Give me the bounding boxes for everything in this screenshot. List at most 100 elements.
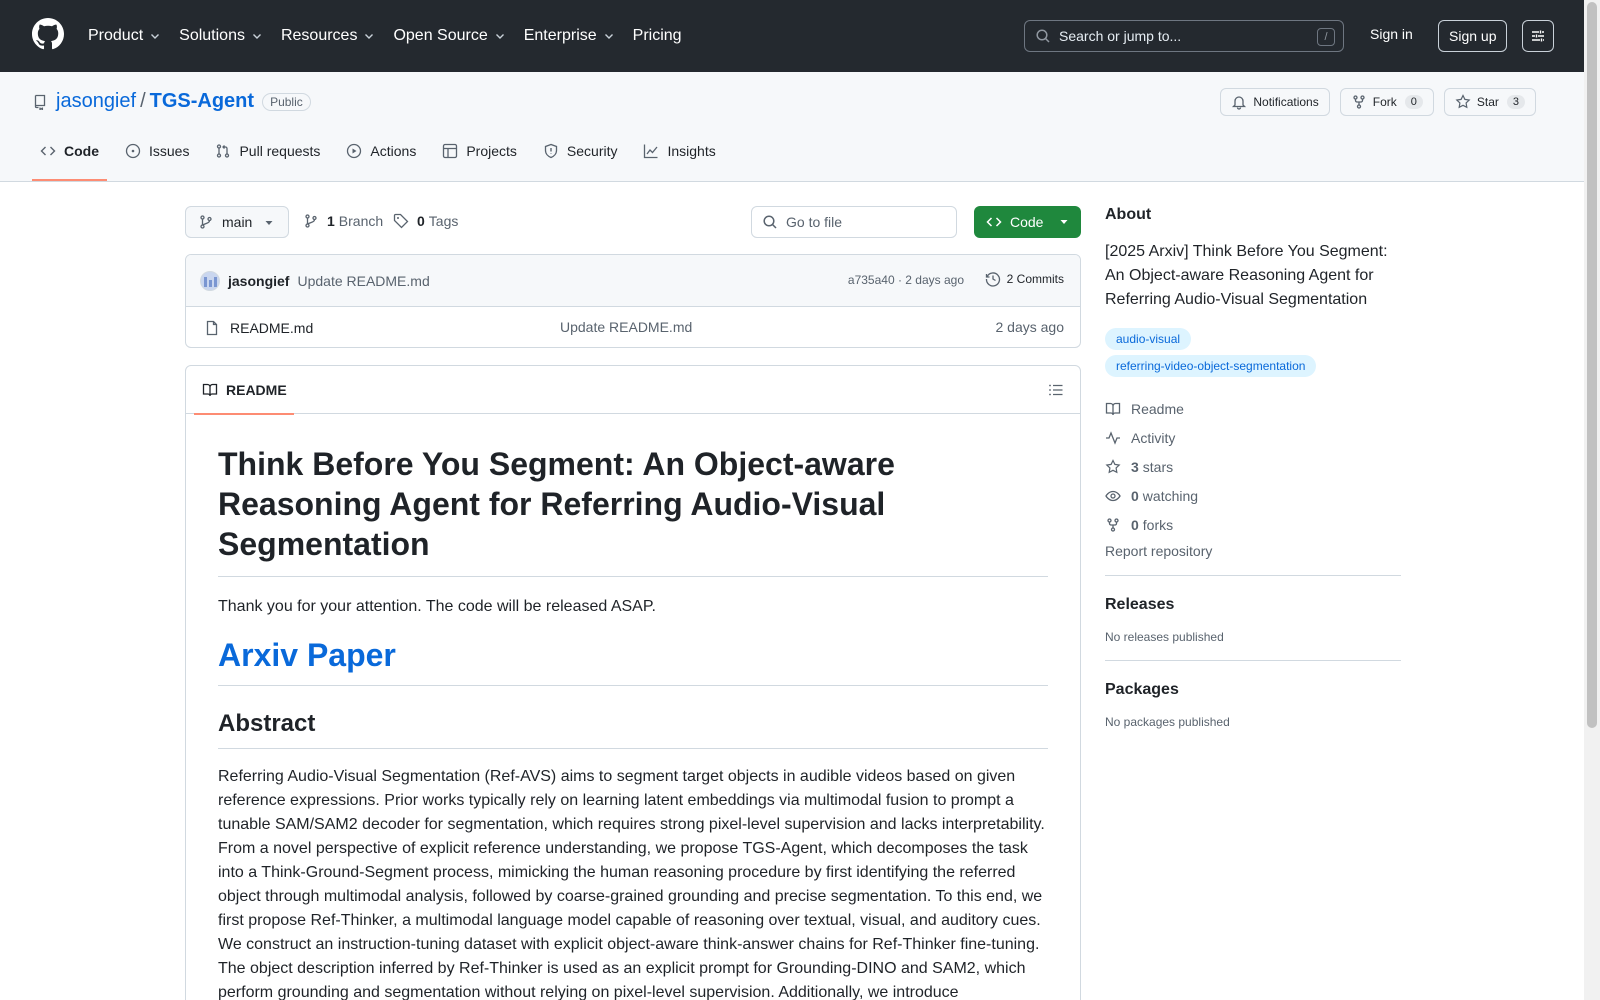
divider bbox=[1105, 575, 1401, 576]
about-sidebar: About [2025 Arxiv] Think Before You Segm… bbox=[1105, 206, 1401, 729]
caret-down-icon bbox=[265, 221, 273, 225]
sign-in-link[interactable]: Sign in bbox=[1370, 26, 1413, 42]
repo-tabs: Code Issues Pull requests Actions Projec… bbox=[32, 134, 734, 182]
tags-link[interactable]: 0 Tags bbox=[393, 213, 458, 229]
table-row[interactable]: README.md Update README.md 2 days ago bbox=[186, 307, 1080, 347]
settings-menu-button[interactable] bbox=[1522, 20, 1554, 52]
no-packages-text: No packages published bbox=[1105, 715, 1230, 729]
repo-description: [2025 Arxiv] Think Before You Segment: A… bbox=[1105, 243, 1388, 308]
chevron-down-icon bbox=[495, 34, 504, 39]
repo-header: jasongief / TGS-Agent Public Notificatio… bbox=[0, 72, 1584, 182]
tab-label: Code bbox=[64, 143, 99, 159]
commits-link[interactable]: 2 Commits bbox=[985, 271, 1064, 287]
file-icon bbox=[206, 320, 218, 335]
search-shortcut-key: / bbox=[1317, 28, 1335, 46]
topic-tag[interactable]: audio-visual bbox=[1105, 328, 1192, 350]
visibility-badge: Public bbox=[262, 92, 311, 111]
nav-resources[interactable]: Resources bbox=[281, 27, 375, 45]
releases-heading[interactable]: Releases bbox=[1105, 596, 1401, 614]
nav-label: Pricing bbox=[632, 27, 682, 44]
no-releases-text: No releases published bbox=[1105, 630, 1224, 644]
code-toolbar: main 1 Branch 0 Tags Go to file Code bbox=[185, 206, 1081, 238]
readme-tab[interactable]: README bbox=[194, 366, 295, 415]
chevron-down-icon bbox=[252, 34, 261, 39]
history-icon bbox=[985, 272, 1000, 287]
star-icon bbox=[1455, 94, 1471, 109]
report-repository-link[interactable]: Report repository bbox=[1105, 543, 1401, 559]
nav-label: Enterprise bbox=[523, 27, 597, 44]
branches-link[interactable]: 1 Branch bbox=[303, 213, 383, 229]
code-icon bbox=[40, 146, 56, 156]
watchers-link[interactable]: 0 watching bbox=[1105, 481, 1401, 510]
forks-count: 0 bbox=[1131, 516, 1139, 533]
tab-insights[interactable]: Insights bbox=[635, 134, 723, 168]
star-button[interactable]: Star 3 bbox=[1443, 88, 1536, 116]
sign-up-button[interactable]: Sign up bbox=[1438, 20, 1508, 52]
tab-issues[interactable]: Issues bbox=[117, 134, 197, 168]
scrollbar-thumb[interactable] bbox=[1587, 2, 1597, 728]
tab-label: Projects bbox=[466, 143, 517, 159]
tag-label: Tags bbox=[428, 213, 459, 229]
notifications-label: Notifications bbox=[1253, 95, 1319, 109]
global-nav: Product Solutions Resources Open Source … bbox=[88, 0, 700, 72]
pull-request-icon bbox=[217, 144, 230, 158]
paper-link[interactable]: Arxiv Paper bbox=[218, 635, 1048, 686]
code-icon bbox=[986, 217, 1002, 227]
shield-icon bbox=[544, 143, 558, 159]
list-outline-icon[interactable] bbox=[1048, 382, 1064, 398]
nav-enterprise[interactable]: Enterprise bbox=[524, 27, 615, 45]
activity-label: Activity bbox=[1131, 429, 1176, 446]
file-browser: jasongief Update README.md a735a40 · 2 d… bbox=[185, 254, 1081, 348]
releases-section: Releases No releases published bbox=[1105, 596, 1401, 644]
stars-link[interactable]: 3 stars bbox=[1105, 452, 1401, 481]
commit-author-link[interactable]: jasongief bbox=[228, 273, 289, 289]
packages-heading[interactable]: Packages bbox=[1105, 681, 1401, 699]
tab-label: Security bbox=[566, 143, 618, 159]
fork-count: 0 bbox=[1404, 95, 1423, 109]
nav-product[interactable]: Product bbox=[88, 27, 161, 45]
github-logo-icon[interactable] bbox=[32, 18, 64, 50]
tab-label: Insights bbox=[667, 143, 716, 159]
commit-message-link[interactable]: Update README.md bbox=[297, 273, 429, 289]
branch-count: 1 bbox=[327, 213, 335, 229]
forks-link[interactable]: 0 forks bbox=[1105, 510, 1401, 539]
pulse-icon bbox=[1106, 430, 1120, 445]
tab-projects[interactable]: Projects bbox=[434, 134, 525, 168]
nav-pricing[interactable]: Pricing bbox=[633, 27, 682, 45]
chevron-down-icon bbox=[151, 34, 160, 39]
search-placeholder: Search or jump to... bbox=[1059, 28, 1182, 44]
avatar[interactable] bbox=[200, 270, 220, 291]
page-scrollbar[interactable] bbox=[1584, 0, 1600, 1000]
fork-button[interactable]: Fork 0 bbox=[1339, 88, 1434, 116]
tab-pull-requests[interactable]: Pull requests bbox=[207, 134, 328, 168]
fork-icon bbox=[1107, 517, 1119, 532]
eye-icon bbox=[1105, 490, 1121, 501]
readme-link-label: Readme bbox=[1131, 400, 1184, 417]
activity-link[interactable]: Activity bbox=[1105, 423, 1401, 452]
global-search-input[interactable]: Search or jump to... / bbox=[1024, 20, 1344, 52]
repo-title: jasongief / TGS-Agent Public bbox=[32, 90, 311, 113]
topic-tag[interactable]: referring-video-object-segmentation bbox=[1105, 355, 1317, 377]
repo-name-link[interactable]: TGS-Agent bbox=[150, 90, 254, 113]
tab-code[interactable]: Code bbox=[32, 134, 107, 181]
notifications-button[interactable]: Notifications bbox=[1220, 88, 1330, 116]
watching-label: watching bbox=[1142, 487, 1199, 504]
nav-solutions[interactable]: Solutions bbox=[179, 27, 263, 45]
file-commit-message[interactable]: Update README.md bbox=[560, 319, 692, 335]
file-name-link[interactable]: README.md bbox=[230, 320, 313, 336]
branch-label: Branch bbox=[338, 213, 384, 229]
tab-security[interactable]: Security bbox=[535, 134, 626, 168]
sliders-icon bbox=[1532, 30, 1544, 42]
repo-owner-link[interactable]: jasongief bbox=[56, 90, 136, 113]
readme-link[interactable]: Readme bbox=[1105, 394, 1401, 423]
global-header: Product Solutions Resources Open Source … bbox=[0, 0, 1600, 72]
about-heading: About bbox=[1105, 206, 1152, 223]
code-dropdown-button[interactable]: Code bbox=[974, 206, 1081, 238]
chevron-down-icon bbox=[365, 34, 374, 39]
go-to-file-input[interactable]: Go to file bbox=[751, 206, 957, 238]
commit-hash-time[interactable]: a735a40 · 2 days ago bbox=[848, 273, 964, 287]
tab-actions[interactable]: Actions bbox=[338, 134, 424, 168]
stars-count: 3 bbox=[1131, 458, 1139, 475]
nav-open-source[interactable]: Open Source bbox=[393, 27, 505, 45]
branch-select-button[interactable]: main bbox=[185, 206, 289, 238]
